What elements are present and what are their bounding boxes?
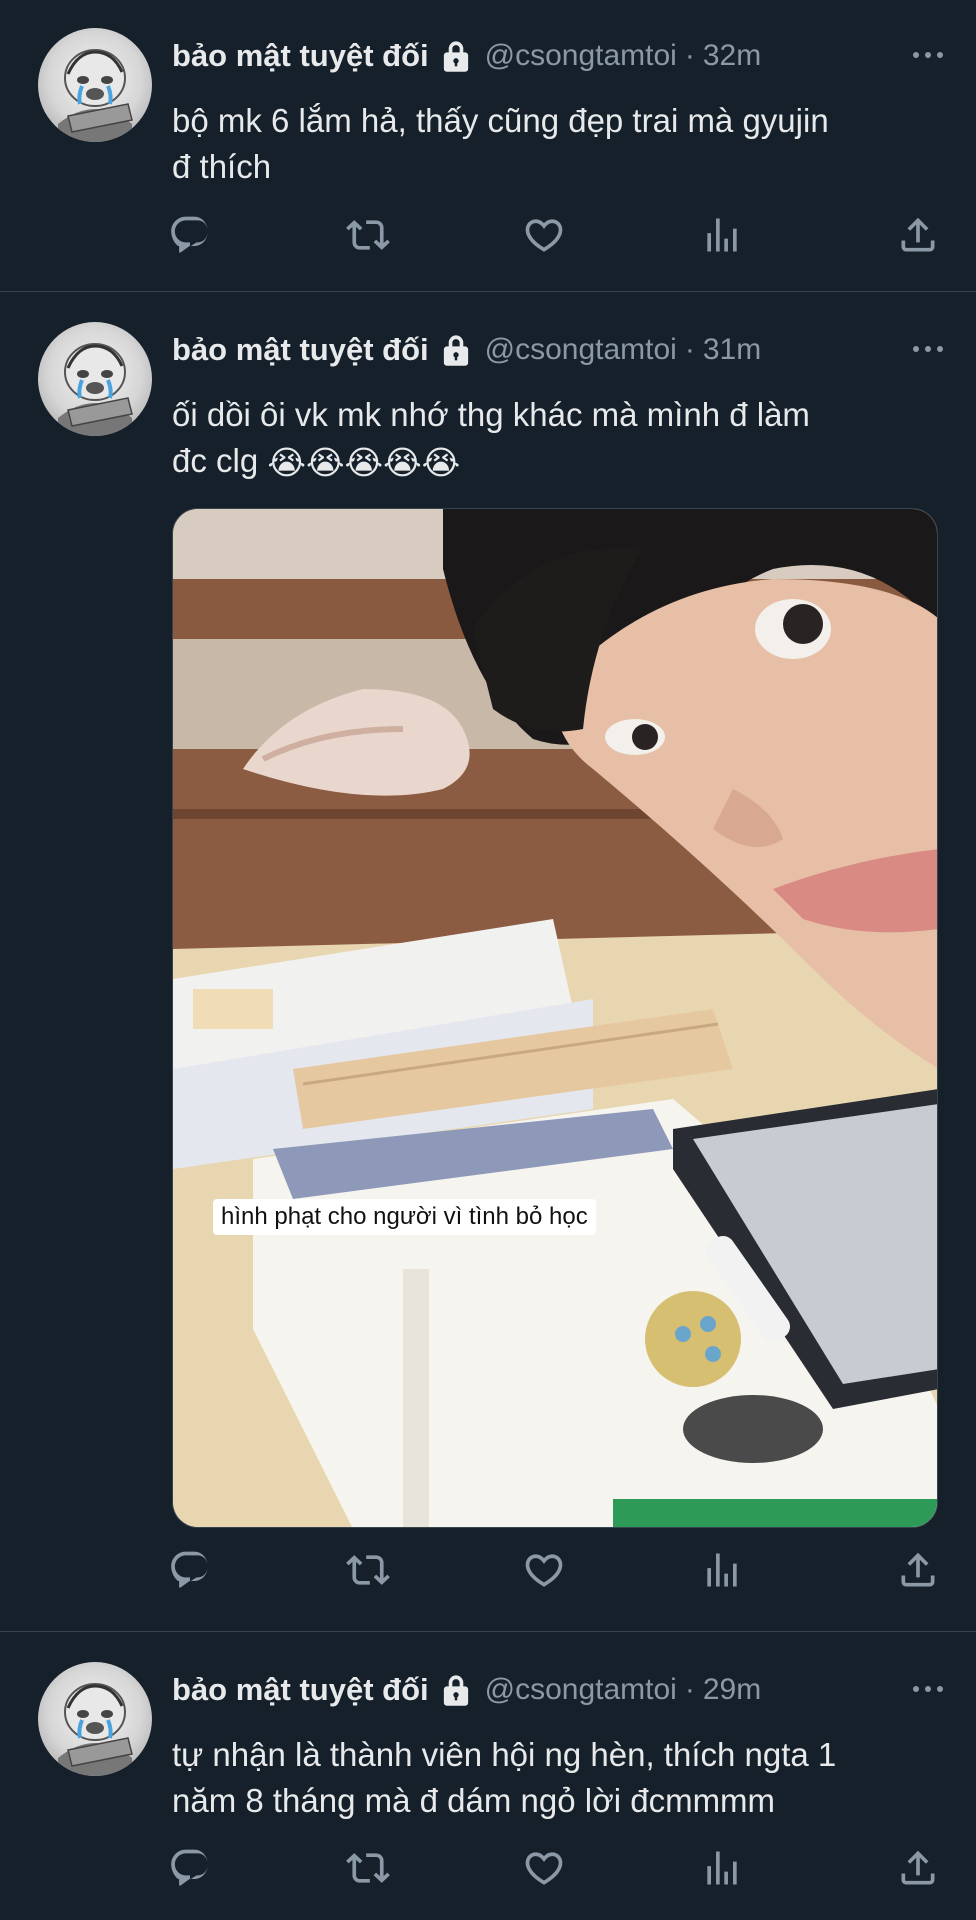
timestamp[interactable]: 29m xyxy=(703,1673,761,1707)
reply-icon[interactable] xyxy=(168,213,212,257)
retweet-icon[interactable] xyxy=(346,213,390,257)
reply-icon[interactable] xyxy=(168,1846,212,1890)
views-icon[interactable] xyxy=(700,213,744,257)
user-handle[interactable]: @csongtamtoi xyxy=(485,333,677,367)
tweet-text: ối dồi ôi vk mk nhớ thg khác mà mình đ l… xyxy=(172,392,952,486)
action-bar xyxy=(168,213,940,257)
separator: · xyxy=(684,39,695,72)
lock-icon xyxy=(441,333,471,367)
share-icon[interactable] xyxy=(896,1846,940,1890)
retweet-icon[interactable] xyxy=(346,1846,390,1890)
heart-icon[interactable] xyxy=(522,1548,566,1592)
heart-icon[interactable] xyxy=(522,1846,566,1890)
action-bar xyxy=(168,1846,940,1890)
tweet-text-line: đc clg xyxy=(172,442,259,479)
tweet-header: bảo mật tuyệt đối @csongtamtoi · 31m xyxy=(172,328,946,372)
lock-icon xyxy=(441,39,471,73)
avatar[interactable] xyxy=(38,1662,152,1776)
tweet-text: bộ mk 6 lắm hả, thấy cũng đẹp trai mà gy… xyxy=(172,98,952,190)
timestamp[interactable]: 32m xyxy=(703,39,761,73)
separator: · xyxy=(684,1673,695,1706)
avatar-image xyxy=(38,322,152,436)
user-handle[interactable]: @csongtamtoi xyxy=(485,1673,677,1707)
tweet-text-line: ối dồi ôi vk mk nhớ thg khác mà mình đ l… xyxy=(172,396,810,433)
more-icon[interactable] xyxy=(910,334,946,364)
share-icon[interactable] xyxy=(896,1548,940,1592)
display-name[interactable]: bảo mật tuyệt đối xyxy=(172,1672,429,1708)
views-icon[interactable] xyxy=(700,1548,744,1592)
crying-emoji-row: 😭😭😭😭😭 xyxy=(267,444,461,482)
lock-icon xyxy=(441,1673,471,1707)
tweet-text-line: bộ mk 6 lắm hả, thấy cũng đẹp trai mà gy… xyxy=(172,102,829,139)
avatar-image xyxy=(38,28,152,142)
retweet-icon[interactable] xyxy=(346,1548,390,1592)
avatar[interactable] xyxy=(38,322,152,436)
tweet[interactable]: bảo mật tuyệt đối @csongtamtoi · 31m ối … xyxy=(0,292,976,1632)
tweet[interactable]: bảo mật tuyệt đối @csongtamtoi · 29m tự … xyxy=(0,1632,976,1920)
display-name[interactable]: bảo mật tuyệt đối xyxy=(172,332,429,368)
tweet-header: bảo mật tuyệt đối @csongtamtoi · 29m xyxy=(172,1668,946,1712)
tweet-text-line: tự nhận là thành viên hội ng hèn, thích … xyxy=(172,1736,837,1773)
reply-icon[interactable] xyxy=(168,1548,212,1592)
tweet-text: tự nhận là thành viên hội ng hèn, thích … xyxy=(172,1732,952,1824)
photo xyxy=(173,509,937,1527)
tweet[interactable]: bảo mật tuyệt đối @csongtamtoi · 32m bộ … xyxy=(0,0,976,292)
tweet-text-line-2: đc clg 😭😭😭😭😭 xyxy=(172,438,952,486)
avatar[interactable] xyxy=(38,28,152,142)
timestamp[interactable]: 31m xyxy=(703,333,761,367)
display-name[interactable]: bảo mật tuyệt đối xyxy=(172,38,429,74)
share-icon[interactable] xyxy=(896,213,940,257)
heart-icon[interactable] xyxy=(522,213,566,257)
separator: · xyxy=(684,333,695,366)
tweet-media[interactable]: hình phạt cho người vì tình bỏ học xyxy=(172,508,938,1528)
tweet-text-line: đ thích xyxy=(172,148,272,185)
more-icon[interactable] xyxy=(910,1674,946,1704)
media-caption: hình phạt cho người vì tình bỏ học xyxy=(213,1199,596,1235)
tweet-header: bảo mật tuyệt đối @csongtamtoi · 32m xyxy=(172,34,946,78)
user-handle[interactable]: @csongtamtoi xyxy=(485,39,677,73)
views-icon[interactable] xyxy=(700,1846,744,1890)
avatar-image xyxy=(38,1662,152,1776)
more-icon[interactable] xyxy=(910,40,946,70)
action-bar xyxy=(168,1548,940,1592)
tweet-text-line: năm 8 tháng mà đ dám ngỏ lời đcmmmm xyxy=(172,1782,776,1819)
